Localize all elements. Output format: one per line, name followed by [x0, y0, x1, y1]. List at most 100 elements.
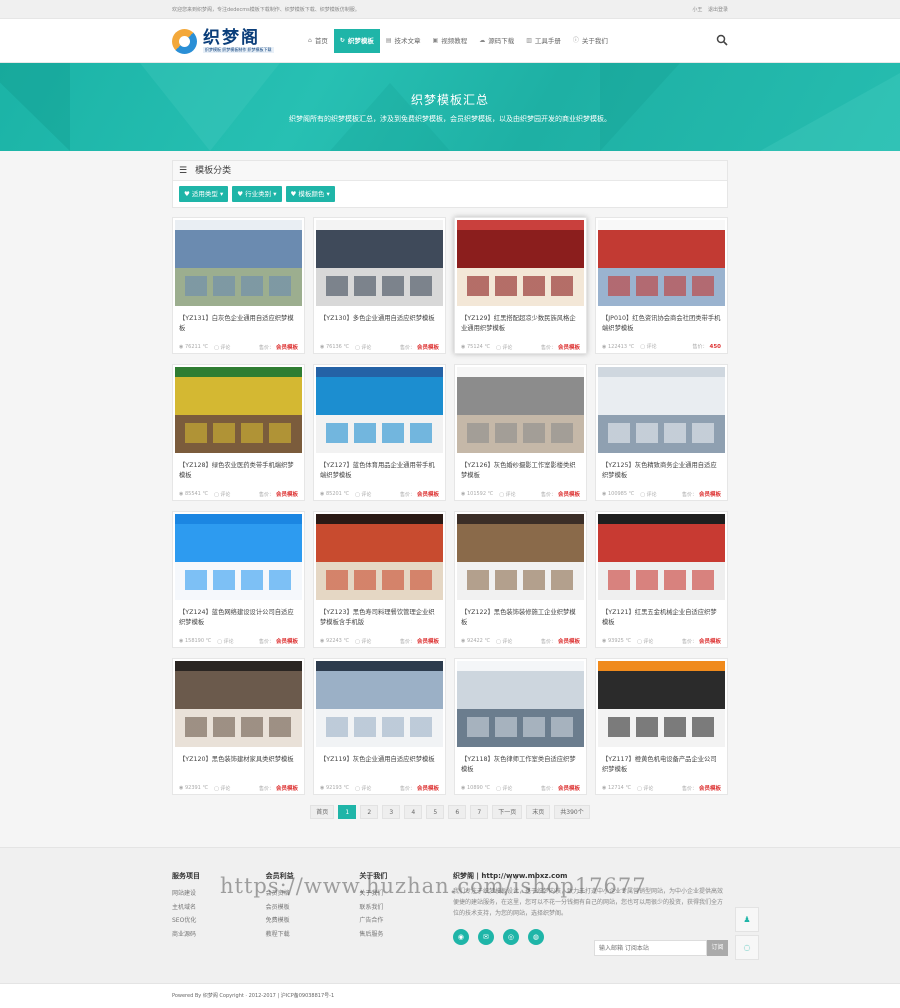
nav-item-6[interactable]: ⓘ 关于我们 — [567, 29, 614, 53]
template-thumbnail[interactable] — [457, 661, 584, 747]
nav-item-3[interactable]: ▣ 视频教程 — [427, 29, 474, 53]
footer-link[interactable]: SEO优化 — [172, 914, 266, 928]
page-number-button[interactable]: 5 — [426, 805, 445, 819]
comment-count[interactable]: ▢ 评论 — [355, 344, 371, 351]
template-card[interactable]: 【YZ127】蓝色体育用品企业通用带手机端织梦模板 ◉ 85201 ℃ ▢ 评论 售价… — [313, 364, 446, 501]
template-thumbnail[interactable] — [457, 220, 584, 306]
comment-count[interactable]: ▢ 评论 — [499, 491, 515, 498]
template-title[interactable]: 【YZ119】灰色企业通用自适应织梦模板 — [314, 749, 445, 779]
template-thumbnail[interactable] — [175, 514, 302, 600]
comment-count[interactable]: ▢ 评论 — [637, 785, 653, 792]
page-number-button[interactable]: 2 — [360, 805, 379, 819]
comment-count[interactable]: ▢ 评论 — [355, 638, 371, 645]
page-number-button[interactable]: 3 — [382, 805, 401, 819]
template-card[interactable]: 【YZ124】蓝色网络建设设计公司自适应织梦模板 ◉ 158190 ℃ ▢ 评论 售价… — [172, 511, 305, 648]
template-title[interactable]: 【YZ117】橙黄色机电设备产品企业公司织梦模板 — [596, 749, 727, 779]
page-number-button[interactable]: 1 — [338, 805, 357, 819]
template-card[interactable]: 【YZ122】黑色装饰装修施工企业织梦模板 ◉ 92422 ℃ ▢ 评论 售价： 会员模… — [454, 511, 587, 648]
footer-link[interactable]: 售后服务 — [359, 928, 453, 942]
template-card[interactable]: 【YZ121】红黑五金机械企业自适应织梦模板 ◉ 93925 ℃ ▢ 评论 售价： 会员… — [595, 511, 728, 648]
template-card[interactable]: 【YZ131】白灰色企业通用自适应织梦模板 ◉ 76211 ℃ ▢ 评论 售价： 会员模… — [172, 217, 305, 354]
template-title[interactable]: 【YZ127】蓝色体育用品企业通用带手机端织梦模板 — [314, 455, 445, 485]
comment-count[interactable]: ▢ 评论 — [214, 785, 230, 792]
template-title[interactable]: 【YZ131】白灰色企业通用自适应织梦模板 — [173, 308, 304, 338]
comment-count[interactable]: ▢ 评论 — [214, 344, 230, 351]
footer-link[interactable]: 主机域名 — [172, 901, 266, 915]
filter-button[interactable]: ♥ 行业类别 ▾ — [232, 186, 282, 202]
user-link[interactable]: 小王 — [692, 7, 702, 13]
template-thumbnail[interactable] — [316, 220, 443, 306]
comment-count[interactable]: ▢ 评论 — [355, 785, 371, 792]
template-title[interactable]: 【YZ125】灰色精致商务企业通用自适应织梦模板 — [596, 455, 727, 485]
template-title[interactable]: 【YZ130】多色企业通用自适应织梦模板 — [314, 308, 445, 338]
template-thumbnail[interactable] — [316, 514, 443, 600]
template-title[interactable]: 【YZ128】绿色农业医药类带手机端织梦模板 — [173, 455, 304, 485]
footer-link[interactable]: 会员模板 — [266, 901, 360, 915]
template-title[interactable]: 【YZ122】黑色装饰装修施工企业织梦模板 — [455, 602, 586, 632]
mail-icon[interactable]: ✉ — [477, 929, 494, 945]
footer-link[interactable]: 广告合作 — [359, 914, 453, 928]
template-title[interactable]: 【YZ123】黑色寿司料理餐饮管理企业织梦模板含手机版 — [314, 602, 445, 632]
search-icon[interactable] — [716, 34, 728, 46]
weibo-icon[interactable]: ◍ — [527, 929, 544, 945]
comment-count[interactable]: ▢ 评论 — [640, 343, 656, 350]
nav-item-2[interactable]: ▤ 技术文章 — [380, 29, 427, 53]
nav-item-0[interactable]: ⌂ 首页 — [302, 29, 334, 53]
nav-item-1[interactable]: ↻ 织梦模板 — [333, 29, 380, 53]
template-card[interactable]: 【YZ119】灰色企业通用自适应织梦模板 ◉ 92193 ℃ ▢ 评论 售价： 会员模板 — [313, 658, 446, 795]
chat-icon[interactable]: ◌ — [735, 935, 759, 960]
template-thumbnail[interactable] — [598, 220, 725, 306]
template-thumbnail[interactable] — [316, 367, 443, 453]
template-thumbnail[interactable] — [175, 367, 302, 453]
subscribe-input[interactable] — [594, 940, 707, 956]
template-title[interactable]: 【YZ126】灰色婚纱摄影工作室影楼类织梦模板 — [455, 455, 586, 485]
template-thumbnail[interactable] — [316, 661, 443, 747]
template-thumbnail[interactable] — [175, 220, 302, 306]
template-title[interactable]: 【YZ120】黑色装饰建材家具类织梦模板 — [173, 749, 304, 779]
comment-count[interactable]: ▢ 评论 — [355, 491, 371, 498]
footer-link[interactable]: 免费模板 — [266, 914, 360, 928]
nav-item-5[interactable]: ▥ 工具手册 — [520, 29, 567, 53]
template-card[interactable]: 【YZ130】多色企业通用自适应织梦模板 ◉ 76136 ℃ ▢ 评论 售价： 会员模板 — [313, 217, 446, 354]
template-title[interactable]: 【JP010】红色资讯协会商会社团类带手机端织梦模板 — [596, 308, 727, 338]
template-card[interactable]: 【YZ117】橙黄色机电设备产品企业公司织梦模板 ◉ 12714 ℃ ▢ 评论 售价：… — [595, 658, 728, 795]
template-card[interactable]: 【YZ120】黑色装饰建材家具类织梦模板 ◉ 92391 ℃ ▢ 评论 售价： 会员模板 — [172, 658, 305, 795]
template-title[interactable]: 【YZ124】蓝色网络建设设计公司自适应织梦模板 — [173, 602, 304, 632]
comment-count[interactable]: ▢ 评论 — [637, 638, 653, 645]
template-thumbnail[interactable] — [598, 367, 725, 453]
first-page-button[interactable]: 首页 — [310, 805, 335, 819]
filter-button[interactable]: ♥ 适用类型 ▾ — [179, 186, 229, 202]
site-logo[interactable]: 织梦阁 织梦模板 织梦模板制作 织梦模板下载 — [172, 28, 302, 54]
page-number-button[interactable]: 4 — [404, 805, 423, 819]
nav-item-4[interactable]: ☁ 源码下载 — [473, 29, 520, 53]
template-card[interactable]: 【YZ126】灰色婚纱摄影工作室影楼类织梦模板 ◉ 101592 ℃ ▢ 评论 售价：… — [454, 364, 587, 501]
comment-count[interactable]: ▢ 评论 — [640, 491, 656, 498]
template-card[interactable]: 【YZ129】红黑搭配超凉少数民族风格企业通用织梦模板 ◉ 75124 ℃ ▢ 评论… — [454, 217, 587, 354]
page-number-button[interactable]: 7 — [470, 805, 489, 819]
subscribe-button[interactable]: 订阅 — [707, 940, 728, 956]
next-page-button[interactable]: 下一页 — [492, 805, 523, 819]
qq-icon[interactable]: ◉ — [452, 929, 469, 945]
template-card[interactable]: 【YZ128】绿色农业医药类带手机端织梦模板 ◉ 85541 ℃ ▢ 评论 售价： 会员… — [172, 364, 305, 501]
last-page-button[interactable]: 末页 — [526, 805, 551, 819]
footer-link[interactable]: 联系我们 — [359, 901, 453, 915]
logout-link[interactable]: 退出登录 — [708, 7, 728, 13]
page-number-button[interactable]: 6 — [448, 805, 467, 819]
template-card[interactable]: 【YZ125】灰色精致商务企业通用自适应织梦模板 ◉ 100985 ℃ ▢ 评论 售价… — [595, 364, 728, 501]
wechat-icon[interactable]: ◎ — [502, 929, 519, 945]
template-title[interactable]: 【YZ121】红黑五金机械企业自适应织梦模板 — [596, 602, 727, 632]
comment-count[interactable]: ▢ 评论 — [496, 785, 512, 792]
footer-link[interactable]: 商业源码 — [172, 928, 266, 942]
filter-button[interactable]: ♥ 模板颜色 ▾ — [285, 186, 335, 202]
template-card[interactable]: 【YZ118】灰色律师工作室类自适应织梦模板 ◉ 10890 ℃ ▢ 评论 售价： 会员… — [454, 658, 587, 795]
comment-count[interactable]: ▢ 评论 — [214, 491, 230, 498]
template-card[interactable]: 【YZ123】黑色寿司料理餐饮管理企业织梦模板含手机版 ◉ 92243 ℃ ▢ 评论… — [313, 511, 446, 648]
comment-count[interactable]: ▢ 评论 — [496, 638, 512, 645]
template-thumbnail[interactable] — [175, 661, 302, 747]
template-title[interactable]: 【YZ118】灰色律师工作室类自适应织梦模板 — [455, 749, 586, 779]
template-thumbnail[interactable] — [457, 367, 584, 453]
comment-count[interactable]: ▢ 评论 — [217, 638, 233, 645]
template-thumbnail[interactable] — [457, 514, 584, 600]
footer-link[interactable]: 教程下载 — [266, 928, 360, 942]
template-thumbnail[interactable] — [598, 514, 725, 600]
